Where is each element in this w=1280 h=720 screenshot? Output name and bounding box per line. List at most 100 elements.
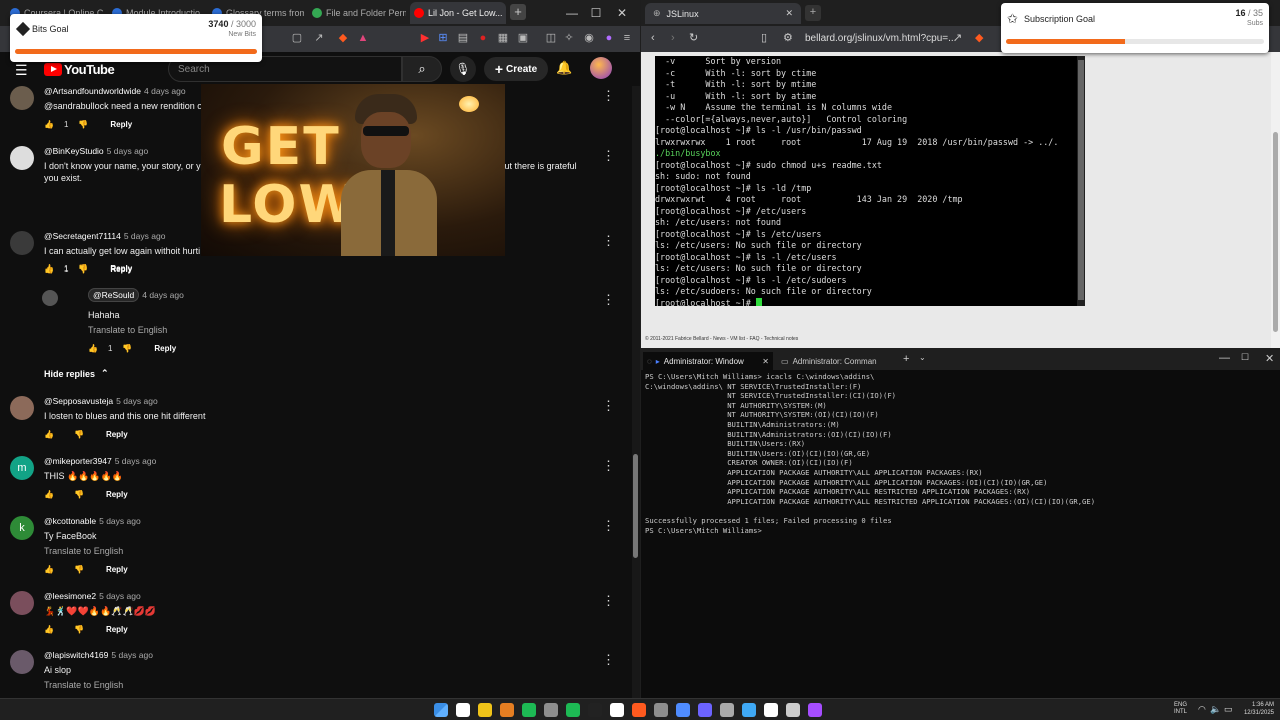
taskbar-app-icon[interactable] <box>522 703 536 717</box>
dropdown-icon[interactable]: ⌄ <box>919 353 926 362</box>
comment-author[interactable]: @Secretagent71114 <box>44 231 121 241</box>
create-button[interactable]: + Create <box>484 57 548 81</box>
dislike-icon[interactable]: 👎 <box>74 430 84 439</box>
page-scrollbar[interactable] <box>1271 52 1280 348</box>
avatar[interactable] <box>42 290 58 306</box>
search-icon[interactable]: ⌕ <box>402 56 442 82</box>
ext-icon-3[interactable]: ▦ <box>496 31 510 45</box>
taskbar-app-icon[interactable] <box>478 703 492 717</box>
hamburger-icon[interactable]: ☰ <box>15 62 28 79</box>
taskbar-app-icon[interactable] <box>500 703 514 717</box>
new-tab-button[interactable]: + <box>510 4 526 20</box>
reload-icon[interactable]: ↻ <box>689 31 698 44</box>
new-terminal-tab-icon[interactable]: + <box>903 353 909 365</box>
comment-author[interactable]: @mikeporter3947 <box>44 456 112 466</box>
avatar[interactable] <box>10 231 34 255</box>
comment-author[interactable]: @kcottonable <box>44 516 96 526</box>
account-avatar[interactable] <box>590 57 612 79</box>
back-icon[interactable]: ‹ <box>651 32 655 44</box>
more-options-icon[interactable]: ⋮ <box>602 518 615 534</box>
brave-shield-icon[interactable]: ◆ <box>336 31 350 45</box>
terminal-scrollbar[interactable] <box>1077 56 1085 306</box>
more-options-icon[interactable]: ⋮ <box>602 233 615 249</box>
comment-author[interactable]: @BinKeyStudio <box>44 146 104 156</box>
more-options-icon[interactable]: ⋮ <box>602 292 615 308</box>
share-icon[interactable]: ↗ <box>312 31 326 45</box>
puzzle-icon[interactable]: ✧ <box>562 31 576 45</box>
taskbar-app-icon[interactable] <box>456 703 470 717</box>
linux-terminal[interactable]: -v Sort by version -c With -l: sort by c… <box>655 56 1085 306</box>
taskbar-app-icon[interactable] <box>764 703 778 717</box>
url-bar[interactable]: bellard.org/jslinux/vm.html?cpu=... <box>805 33 956 44</box>
video-thumbnail[interactable]: GET LOW <box>201 84 505 256</box>
more-options-icon[interactable]: ⋮ <box>602 148 615 164</box>
ps-close-button[interactable]: ✕ <box>1265 352 1274 365</box>
reply-button[interactable]: Reply <box>106 490 128 499</box>
reply-button[interactable]: Reply <box>110 120 132 129</box>
taskbar-app-icon[interactable] <box>566 703 580 717</box>
avatar[interactable] <box>10 146 34 170</box>
taskbar-app-icon[interactable] <box>720 703 734 717</box>
record-icon[interactable]: ● <box>476 31 490 45</box>
comment-time[interactable]: 5 days ago <box>124 231 166 241</box>
avatar[interactable] <box>10 86 34 110</box>
ps-maximize-button[interactable]: ☐ <box>1241 352 1249 363</box>
powershell-output[interactable]: PS C:\Users\Mitch Williams> icacls C:\wi… <box>645 372 1095 535</box>
rewards-icon[interactable]: ▲ <box>356 31 370 45</box>
comment-time[interactable]: 5 days ago <box>115 456 157 466</box>
close-tab-icon-ps[interactable]: ✕ <box>762 357 769 366</box>
brave-shield-icon-right[interactable]: ◆ <box>975 31 983 44</box>
dislike-icon[interactable]: 👎 <box>122 344 132 353</box>
bookmark-icon[interactable]: ▯ <box>761 31 767 44</box>
translate-icon[interactable]: ⊞ <box>436 31 450 45</box>
taskbar-app-icon[interactable] <box>632 703 646 717</box>
like-icon[interactable]: 👍 <box>44 490 54 499</box>
more-options-icon[interactable]: ⋮ <box>602 652 615 668</box>
clock[interactable]: 1:36 AM 12/31/2025 <box>1238 701 1274 717</box>
dislike-icon[interactable]: 👎 <box>74 490 84 499</box>
avatar[interactable] <box>10 591 34 615</box>
taskbar-app-icon[interactable] <box>544 703 558 717</box>
profile-icon[interactable]: ● <box>602 31 616 45</box>
reply-button[interactable]: Reply <box>154 344 176 353</box>
comment-time[interactable]: 5 days ago <box>99 516 141 526</box>
comment-time[interactable]: 4 days ago <box>142 290 184 300</box>
avatar[interactable]: m <box>10 456 34 480</box>
tab-jslinux[interactable]: ⊕ JSLinux ✕ <box>645 3 801 24</box>
dislike-icon[interactable]: 👎 <box>78 120 88 129</box>
ext-icon-2[interactable]: ▤ <box>456 31 470 45</box>
vpn-icon[interactable]: ◉ <box>582 31 596 45</box>
forward-icon[interactable]: › <box>671 32 675 44</box>
new-tab-button-right[interactable]: + <box>805 5 821 21</box>
comment-time[interactable]: 5 days ago <box>107 146 149 156</box>
maximize-button[interactable]: ☐ <box>586 3 606 23</box>
dislike-icon[interactable]: 👎 <box>74 565 84 574</box>
tab-admin-command[interactable]: ▭ Administrator: Comman <box>777 352 905 370</box>
comment-time[interactable]: 4 days ago <box>144 86 186 96</box>
reply-button[interactable]: Reply <box>106 430 128 439</box>
dislike-icon[interactable]: 👎 <box>78 265 88 274</box>
start-icon[interactable] <box>434 703 448 717</box>
notifications-bell-icon[interactable]: 🔔 <box>556 60 572 76</box>
more-options-icon[interactable]: ⋮ <box>602 593 615 609</box>
hide-replies-button[interactable]: Hide replies ⌃ <box>44 368 109 379</box>
language-indicator[interactable]: ENG INTL <box>1174 702 1187 716</box>
sidebar-icon[interactable]: ◫ <box>544 31 558 45</box>
taskbar-app-icon[interactable] <box>654 703 668 717</box>
avatar[interactable] <box>10 396 34 420</box>
taskbar-app-icon[interactable] <box>742 703 756 717</box>
reply-button[interactable]: Reply <box>110 265 132 274</box>
taskbar-app-icon[interactable] <box>698 703 712 717</box>
reply-button[interactable]: Reply <box>106 625 128 634</box>
dislike-icon[interactable]: 👎 <box>74 625 84 634</box>
comment-author[interactable]: @leesimone2 <box>44 591 96 601</box>
like-icon[interactable]: 👍 <box>44 430 54 439</box>
reply-button[interactable]: Reply <box>106 565 128 574</box>
comment-author[interactable]: @Sepposavusteja <box>44 396 113 406</box>
translate-link[interactable]: Translate to English <box>44 679 584 691</box>
menu-icon[interactable]: ≡ <box>620 31 634 45</box>
taskbar-app-icon[interactable] <box>786 703 800 717</box>
tab-3[interactable]: File and Folder Perm... <box>308 2 406 24</box>
page-scrollbar-thumb[interactable] <box>1273 132 1278 332</box>
avatar[interactable] <box>10 650 34 674</box>
